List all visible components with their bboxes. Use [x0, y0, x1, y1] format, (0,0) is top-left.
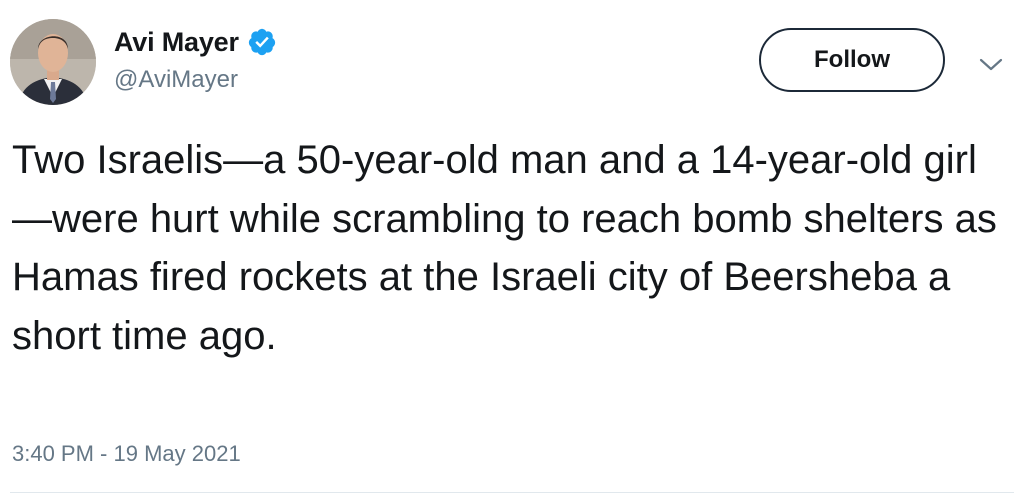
display-name[interactable]: Avi Mayer [114, 27, 239, 58]
tweet-card: Avi Mayer @AviMayer Follow Two Israelis—… [0, 0, 1024, 498]
follow-button[interactable]: Follow [759, 28, 945, 92]
tweet-text: Two Israelis—a 50-year-old man and a 14-… [12, 138, 997, 358]
display-name-row: Avi Mayer [114, 24, 277, 60]
user-handle[interactable]: @AviMayer [114, 66, 277, 94]
divider [10, 492, 1014, 493]
verified-badge-icon [247, 27, 277, 57]
avatar[interactable] [10, 19, 96, 105]
tweet-timestamp[interactable]: 3:40 PM - 19 May 2021 [12, 441, 241, 467]
profile-photo [10, 19, 96, 105]
user-info: Avi Mayer @AviMayer [114, 24, 277, 94]
chevron-down-icon[interactable] [977, 54, 1005, 74]
